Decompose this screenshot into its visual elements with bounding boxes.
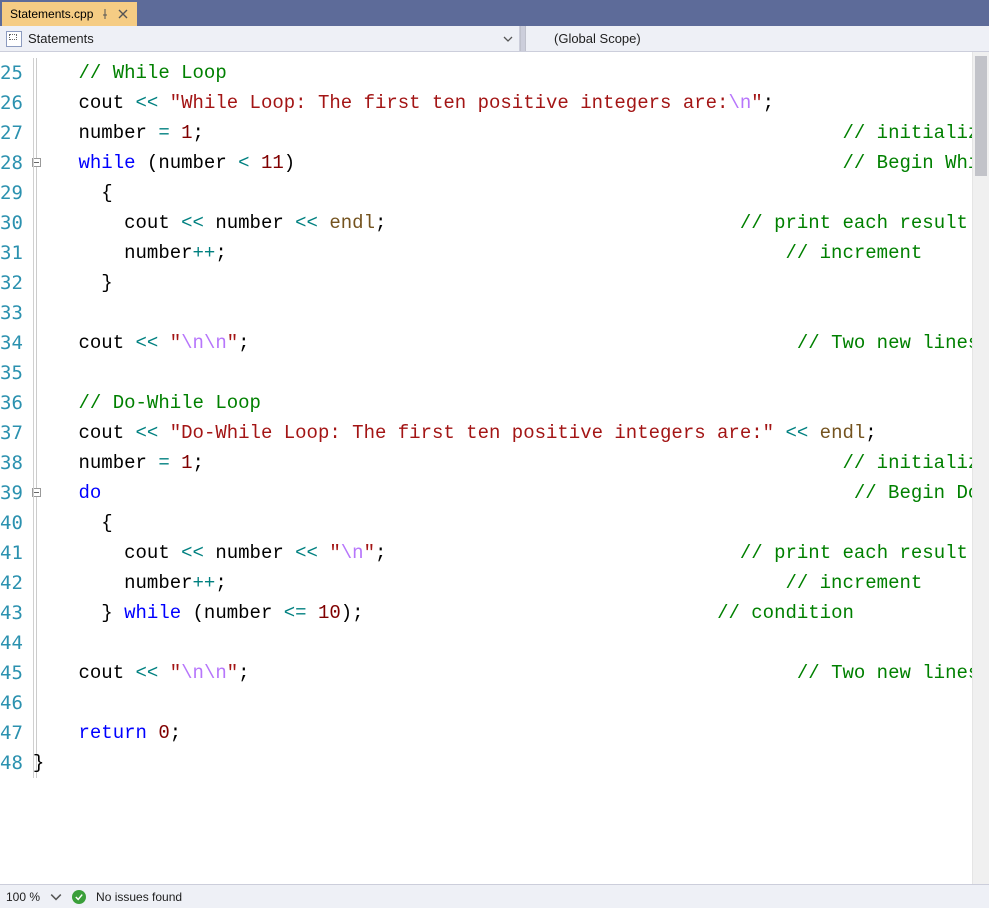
issues-text: No issues found bbox=[96, 890, 182, 904]
nav-right-text: (Global Scope) bbox=[554, 31, 641, 46]
line-number: 41 bbox=[0, 538, 31, 568]
code-line[interactable]: } bbox=[31, 748, 989, 778]
code-line[interactable]: cout << number << endl; // print each re… bbox=[31, 208, 989, 238]
line-number: 39 bbox=[0, 478, 31, 508]
document-tab-active[interactable]: Statements.cpp bbox=[2, 2, 137, 26]
line-number: 37 bbox=[0, 418, 31, 448]
ide-window: Statements.cpp Statements (Global Scope)… bbox=[0, 0, 989, 908]
line-number: 45 bbox=[0, 658, 31, 688]
code-line[interactable]: number++; // increment bbox=[31, 238, 989, 268]
code-line[interactable] bbox=[31, 688, 989, 718]
code-line[interactable]: // Do-While Loop bbox=[31, 388, 989, 418]
code-line[interactable]: { bbox=[31, 178, 989, 208]
line-number: 33 bbox=[0, 298, 31, 328]
line-number: 32 bbox=[0, 268, 31, 298]
chevron-down-icon[interactable] bbox=[50, 891, 62, 903]
nav-scope-left[interactable]: Statements bbox=[0, 26, 520, 51]
code-line[interactable]: return 0; bbox=[31, 718, 989, 748]
line-number: 25 bbox=[0, 58, 31, 88]
vertical-scrollbar[interactable] bbox=[972, 52, 989, 884]
line-number: 36 bbox=[0, 388, 31, 418]
check-icon bbox=[72, 890, 86, 904]
code-area[interactable]: // While Loop cout << "While Loop: The f… bbox=[31, 52, 989, 884]
code-line[interactable] bbox=[31, 298, 989, 328]
code-line[interactable]: cout << "Do-While Loop: The first ten po… bbox=[31, 418, 989, 448]
code-line[interactable]: number = 1; // initialize bbox=[31, 448, 989, 478]
line-number: 44 bbox=[0, 628, 31, 658]
code-line[interactable] bbox=[31, 628, 989, 658]
pin-icon[interactable] bbox=[99, 8, 111, 20]
code-line[interactable]: while (number < 11) // Begin While Loop,… bbox=[31, 148, 989, 178]
line-number: 26 bbox=[0, 88, 31, 118]
line-number: 48 bbox=[0, 748, 31, 778]
code-line[interactable]: number++; // increment bbox=[31, 568, 989, 598]
code-line[interactable]: } while (number <= 10); // condition bbox=[31, 598, 989, 628]
line-number: 43 bbox=[0, 598, 31, 628]
code-line[interactable]: number = 1; // initialize bbox=[31, 118, 989, 148]
line-number: 38 bbox=[0, 448, 31, 478]
navigation-bar: Statements (Global Scope) bbox=[0, 26, 989, 52]
code-line[interactable]: } bbox=[31, 268, 989, 298]
tab-filename: Statements.cpp bbox=[10, 7, 93, 21]
code-line[interactable]: cout << "\n\n"; // Two new lines separat… bbox=[31, 328, 989, 358]
code-line[interactable]: cout << "\n\n"; // Two new lines separat… bbox=[31, 658, 989, 688]
close-icon[interactable] bbox=[117, 8, 129, 20]
line-number: 40 bbox=[0, 508, 31, 538]
line-number: 35 bbox=[0, 358, 31, 388]
status-bar: 100 % No issues found bbox=[0, 884, 989, 908]
line-number: 34 bbox=[0, 328, 31, 358]
code-line[interactable]: cout << number << "\n"; // print each re… bbox=[31, 538, 989, 568]
line-number: 46 bbox=[0, 688, 31, 718]
line-number: 42 bbox=[0, 568, 31, 598]
zoom-level[interactable]: 100 % bbox=[6, 890, 40, 904]
code-line[interactable] bbox=[31, 358, 989, 388]
nav-scope-right[interactable]: (Global Scope) bbox=[526, 26, 989, 51]
code-line[interactable]: // While Loop bbox=[31, 58, 989, 88]
line-number: 30 bbox=[0, 208, 31, 238]
code-line[interactable]: do // Begin Do-While Loop bbox=[31, 478, 989, 508]
nav-left-text: Statements bbox=[28, 31, 94, 46]
chevron-down-icon bbox=[503, 34, 513, 44]
project-icon bbox=[6, 31, 22, 47]
code-line[interactable]: { bbox=[31, 508, 989, 538]
line-number: 28 bbox=[0, 148, 31, 178]
line-number-gutter: 2526272829303132333435363738394041424344… bbox=[0, 52, 31, 884]
code-line[interactable]: cout << "While Loop: The first ten posit… bbox=[31, 88, 989, 118]
line-number: 27 bbox=[0, 118, 31, 148]
document-tab-strip: Statements.cpp bbox=[0, 0, 989, 26]
line-number: 47 bbox=[0, 718, 31, 748]
code-editor[interactable]: 2526272829303132333435363738394041424344… bbox=[0, 52, 989, 884]
line-number: 31 bbox=[0, 238, 31, 268]
scrollbar-thumb[interactable] bbox=[975, 56, 987, 176]
line-number: 29 bbox=[0, 178, 31, 208]
